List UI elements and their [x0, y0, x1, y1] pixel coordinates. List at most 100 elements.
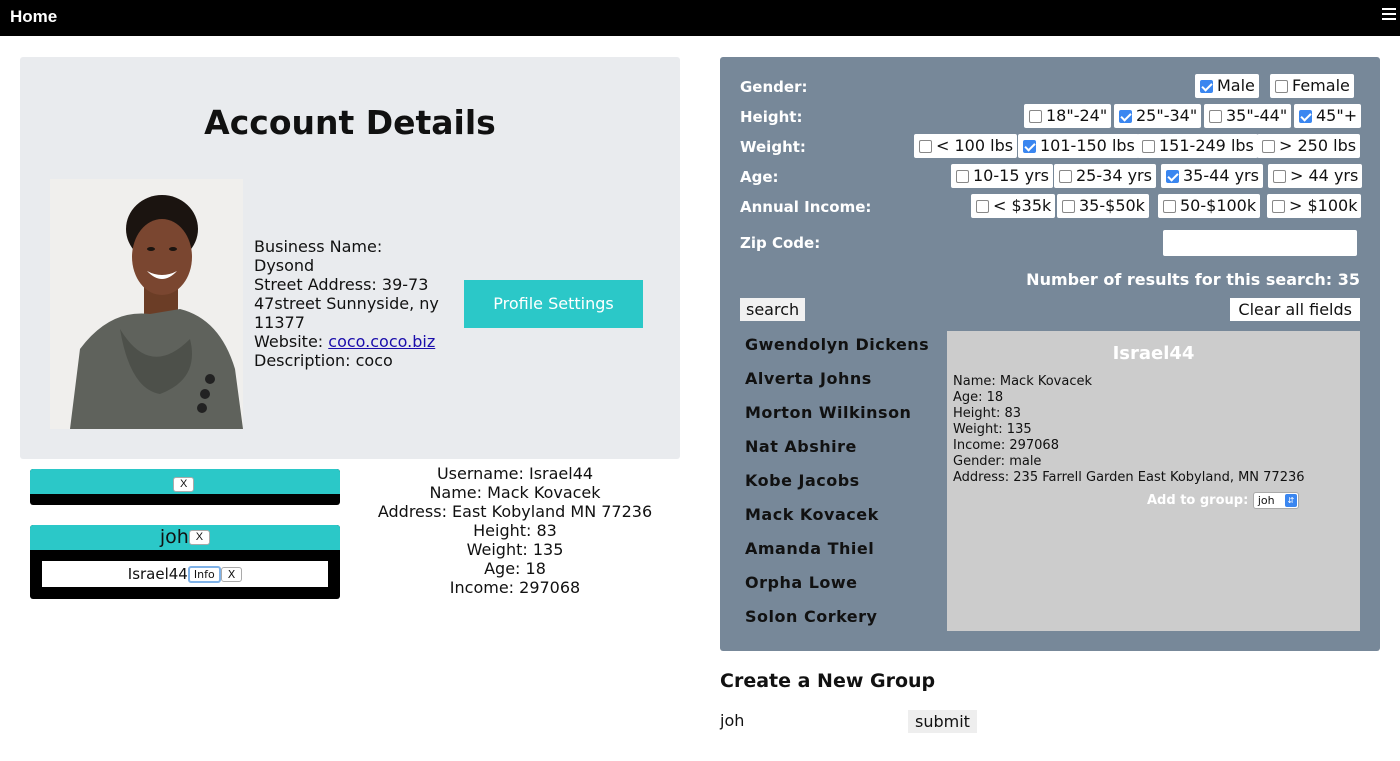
group-box: joh X Israel44 Info X [30, 525, 340, 599]
website-link[interactable]: coco.coco.biz [328, 332, 435, 351]
business-name-value: Dysond [254, 256, 315, 275]
street-address-label: Street Address: [254, 275, 377, 294]
result-item[interactable]: Solon Corkery [745, 606, 945, 640]
select-arrows-icon: ⇵ [1284, 494, 1297, 507]
remove-member-button[interactable]: X [220, 567, 243, 582]
group-name: joh [159, 526, 189, 548]
weight-option[interactable]: 101-150 lbs [1018, 134, 1139, 158]
checkbox[interactable] [1163, 200, 1176, 213]
business-name-label: Business Name: [254, 237, 383, 256]
checkbox[interactable] [1272, 200, 1285, 213]
result-item[interactable]: Mack Kovacek [745, 504, 945, 538]
gender-female-option[interactable]: Female [1270, 74, 1354, 98]
checkbox[interactable] [1119, 110, 1132, 123]
group-header: joh X [30, 525, 340, 550]
results-list: Gwendolyn Dickens Alverta Johns Morton W… [745, 334, 945, 640]
checkbox[interactable] [956, 170, 969, 183]
add-to-group-select[interactable]: joh ⇵ [1252, 492, 1299, 509]
income-option[interactable]: > $100k [1267, 194, 1362, 218]
website-label: Website: [254, 332, 324, 351]
height-label: Height: [740, 108, 803, 126]
checkbox[interactable] [1166, 170, 1179, 183]
result-item[interactable]: Nat Abshire [745, 436, 945, 470]
income-option[interactable]: 35-$50k [1057, 194, 1149, 218]
checkbox[interactable] [1023, 140, 1036, 153]
weight-option[interactable]: 151-249 lbs [1137, 134, 1258, 158]
checkbox[interactable] [1029, 110, 1042, 123]
checkbox[interactable] [1299, 110, 1312, 123]
description-value: coco [355, 351, 393, 370]
checkbox[interactable] [1273, 170, 1286, 183]
zip-code-label: Zip Code: [740, 234, 821, 252]
search-button[interactable]: search [740, 298, 806, 321]
detail-username: Username: Israel44 [436, 464, 594, 483]
top-nav-bar: Home [0, 0, 1400, 36]
income-option[interactable]: 50-$100k [1158, 194, 1261, 218]
add-to-group-label: Add to group: [1147, 493, 1249, 508]
submit-button[interactable]: submit [908, 710, 977, 733]
income-option[interactable]: < $35k [971, 194, 1056, 218]
gender-label: Gender: [740, 78, 808, 96]
detail-address: Address: East Kobyland MN 77236 [377, 502, 653, 521]
checkbox[interactable] [1059, 170, 1072, 183]
result-item[interactable]: Amanda Thiel [745, 538, 945, 572]
checkbox[interactable] [1262, 140, 1275, 153]
result-item[interactable]: Gwendolyn Dickens [745, 334, 945, 368]
result-item[interactable]: Alverta Johns [745, 368, 945, 402]
card-name: Name: Mack Kovacek [953, 374, 1093, 389]
account-details-panel: Account Details Business Name: Dysond St… [20, 57, 680, 459]
selected-user-details: Username: Israel44 Name: Mack Kovacek Ad… [360, 464, 670, 597]
card-address: Address: 235 Farrell Garden East Kobylan… [953, 470, 1305, 485]
weight-label: Weight: [740, 138, 806, 156]
group-header: X [30, 469, 340, 494]
weight-option[interactable]: > 250 lbs [1257, 134, 1361, 158]
checkbox[interactable] [1209, 110, 1222, 123]
age-label: Age: [740, 168, 779, 186]
home-link[interactable]: Home [10, 7, 57, 27]
detail-name: Name: Mack Kovacek [429, 483, 601, 502]
height-option[interactable]: 45"+ [1294, 104, 1362, 128]
checkbox[interactable] [1275, 80, 1288, 93]
clear-all-fields-button[interactable]: Clear all fields [1230, 298, 1360, 321]
card-income: Income: 297068 [953, 438, 1059, 453]
checkbox[interactable] [1200, 80, 1213, 93]
age-option[interactable]: 35-44 yrs [1161, 164, 1263, 188]
detail-weight: Weight: 135 [466, 540, 564, 559]
detail-income: Income: 297068 [449, 578, 581, 597]
result-item[interactable]: Kobe Jacobs [745, 470, 945, 504]
account-details-title: Account Details [204, 103, 496, 142]
card-height: Height: 83 [953, 406, 1022, 421]
add-to-group: Add to group: joh ⇵ [1147, 492, 1299, 509]
zip-code-input[interactable] [1163, 230, 1357, 256]
search-panel: Gender: Male Female Height: 18"-24" 25"-… [720, 57, 1380, 651]
delete-group-button[interactable]: X [188, 530, 211, 545]
member-info-button[interactable]: Info [187, 566, 221, 583]
hamburger-menu-icon[interactable] [1382, 5, 1396, 23]
checkbox[interactable] [976, 200, 989, 213]
delete-group-button[interactable]: X [173, 477, 195, 492]
result-item[interactable]: Orpha Lowe [745, 572, 945, 606]
checkbox[interactable] [919, 140, 932, 153]
gender-male-option[interactable]: Male [1195, 74, 1259, 98]
age-option[interactable]: > 44 yrs [1268, 164, 1363, 188]
profile-settings-button[interactable]: Profile Settings [464, 280, 643, 328]
checkbox[interactable] [1062, 200, 1075, 213]
card-gender: Gender: male [953, 454, 1042, 469]
height-option[interactable]: 35"-44" [1204, 104, 1292, 128]
checkbox[interactable] [1142, 140, 1155, 153]
description-label: Description: [254, 351, 351, 370]
weight-option[interactable]: < 100 lbs [914, 134, 1018, 158]
profile-photo [50, 179, 243, 429]
result-item[interactable]: Morton Wilkinson [745, 402, 945, 436]
results-count: Number of results for this search: 35 [1026, 270, 1360, 289]
height-option[interactable]: 18"-24" [1024, 104, 1112, 128]
new-group-name-input[interactable]: joh [720, 711, 744, 730]
card-username: Israel44 [1112, 343, 1195, 364]
detail-height: Height: 83 [473, 521, 557, 540]
height-option[interactable]: 25"-34" [1114, 104, 1202, 128]
age-option[interactable]: 10-15 yrs [951, 164, 1053, 188]
income-label: Annual Income: [740, 198, 872, 216]
detail-age: Age: 18 [484, 559, 546, 578]
age-option[interactable]: 25-34 yrs [1054, 164, 1156, 188]
card-age: Age: 18 [953, 390, 1004, 405]
